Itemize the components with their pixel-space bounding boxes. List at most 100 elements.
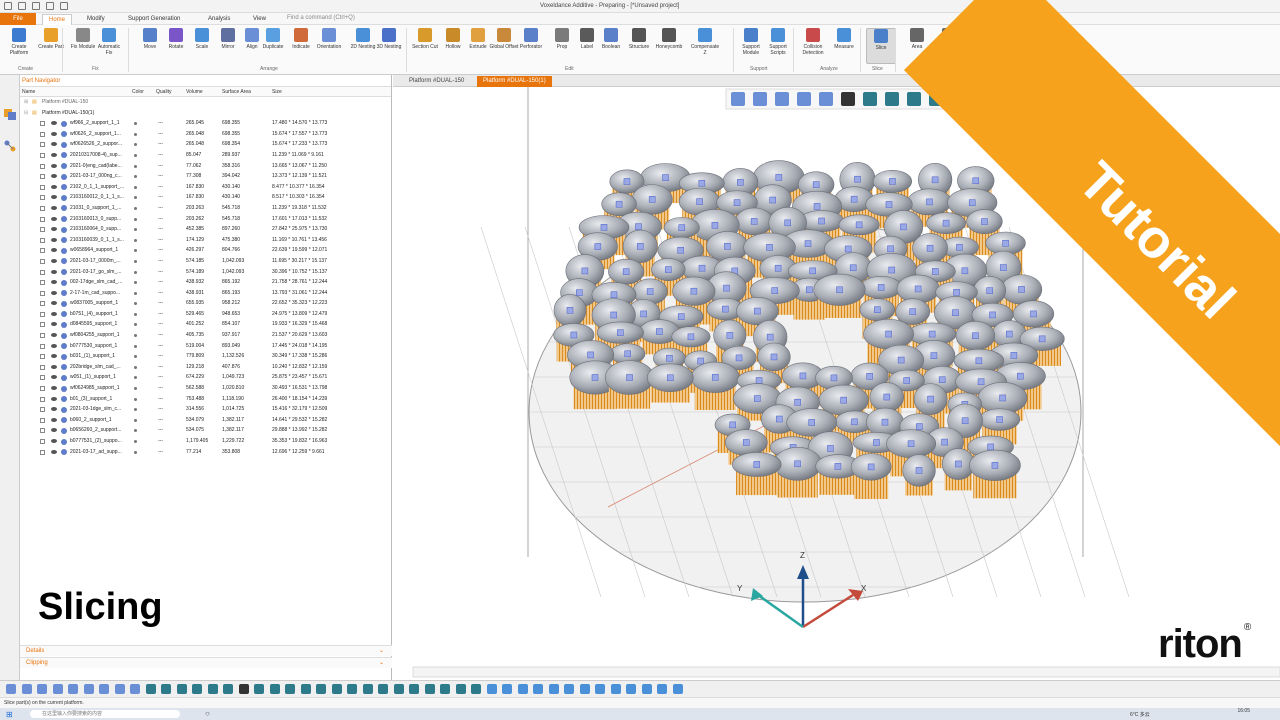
weather-widget[interactable]: 6°C 多云 <box>1130 711 1150 718</box>
table-row[interactable]: b0656260_2_support... --- 534.075 1,382.117… <box>20 425 391 436</box>
visibility-checkbox[interactable] <box>40 386 45 392</box>
new-file-icon[interactable] <box>46 2 54 10</box>
bottom-tool-icon[interactable] <box>502 684 512 694</box>
visibility-checkbox[interactable] <box>40 449 45 455</box>
visibility-checkbox[interactable] <box>40 184 45 190</box>
table-row[interactable]: 002-17dge_slm_cad_... --- 438.932 865.192 21… <box>20 277 391 288</box>
color-swatch[interactable] <box>134 344 137 348</box>
color-swatch[interactable] <box>134 365 137 369</box>
ribbon-slice-button[interactable]: Slice <box>866 28 896 64</box>
eye-icon[interactable] <box>51 269 57 274</box>
table-row[interactable]: 2021-0(eng_cad(labe... --- 77.062 358.316 13… <box>20 161 391 172</box>
color-swatch[interactable] <box>134 228 137 232</box>
bottom-tool-icon[interactable] <box>145 684 156 694</box>
table-row[interactable]: b0751_(4)_support_1 --- 529.465 948.653 24.9… <box>20 309 391 320</box>
eye-icon[interactable] <box>51 375 57 380</box>
color-swatch[interactable] <box>134 408 137 412</box>
eye-icon[interactable] <box>51 152 57 157</box>
visibility-checkbox[interactable] <box>40 417 45 423</box>
eye-icon[interactable] <box>51 449 57 454</box>
eye-icon[interactable] <box>51 311 57 316</box>
eye-icon[interactable] <box>51 237 57 242</box>
part-with-supports[interactable] <box>690 361 740 411</box>
chevron-down-icon[interactable]: ⌄ <box>379 658 384 669</box>
color-swatch[interactable] <box>134 312 137 316</box>
table-row[interactable]: w0837005_support_1 --- 655.935 958.212 22.65… <box>20 298 391 309</box>
bottom-tool-icon[interactable] <box>610 684 621 694</box>
tab-platform-2[interactable]: Platform #DUAL-150(1) <box>477 76 552 87</box>
col-volume[interactable]: Volume <box>186 89 203 95</box>
bottom-tool-icon[interactable] <box>192 684 202 694</box>
visibility-checkbox[interactable] <box>40 258 45 264</box>
col-name[interactable]: Name <box>22 89 35 95</box>
tree-icon[interactable] <box>3 139 17 153</box>
table-row[interactable]: 2103160064_0_supp... --- 452.385 897.260 27.… <box>20 224 391 235</box>
color-swatch[interactable] <box>134 429 137 433</box>
details-section[interactable]: Details ⌄ <box>20 645 392 656</box>
ribbon-3d-nesting-button[interactable]: 3D Nesting <box>374 28 404 64</box>
col-quality[interactable]: Quality <box>156 89 172 95</box>
bottom-tool-icon[interactable] <box>657 684 667 694</box>
visibility-checkbox[interactable] <box>40 343 45 349</box>
redo-icon[interactable] <box>32 2 40 10</box>
platform-row[interactable]: ⊞ ▤ Platform #DUAL-150 <box>20 97 391 108</box>
bottom-tool-icon[interactable] <box>37 684 47 694</box>
table-row[interactable]: 2103160013_0_supp... --- 203.262 545.718 17.… <box>20 214 391 225</box>
bottom-tool-icon[interactable] <box>21 684 32 694</box>
visibility-checkbox[interactable] <box>40 152 45 158</box>
color-swatch[interactable] <box>134 122 137 126</box>
visibility-checkbox[interactable] <box>40 131 45 137</box>
bottom-tool-icon[interactable] <box>114 684 125 694</box>
bottom-tool-icon[interactable] <box>6 684 16 694</box>
bottom-tool-icon[interactable] <box>533 684 543 694</box>
eye-icon[interactable] <box>51 290 57 295</box>
table-row[interactable]: w051_(1)_support_1 --- 674.229 1,049.723 25.… <box>20 372 391 383</box>
ribbon-structure-button[interactable]: Structure <box>624 28 654 64</box>
color-swatch[interactable] <box>134 440 137 443</box>
table-row[interactable]: 2103160039_0_1_1_s... --- 174.129 475.380 11… <box>20 235 391 246</box>
color-swatch[interactable] <box>134 132 137 136</box>
bottom-tool-icon[interactable] <box>300 684 311 694</box>
visibility-checkbox[interactable] <box>40 290 45 296</box>
pointer-icon[interactable] <box>841 92 855 106</box>
visibility-checkbox[interactable] <box>40 407 45 413</box>
table-row[interactable]: wf0624985_support_1 --- 562.588 1,020.810 30… <box>20 383 391 394</box>
eye-icon[interactable] <box>51 195 57 200</box>
bottom-tool-icon[interactable] <box>424 684 435 694</box>
view-cube-icon[interactable] <box>731 92 745 106</box>
bottom-tool-icon[interactable] <box>641 684 652 694</box>
bottom-tool-icon[interactable] <box>626 684 636 694</box>
eye-icon[interactable] <box>51 333 57 338</box>
visibility-checkbox[interactable] <box>40 142 45 148</box>
taskbar-search[interactable]: 在这里输入你要搜索的内容 <box>30 710 180 718</box>
eye-icon[interactable] <box>51 216 57 221</box>
ribbon-duplicate-button[interactable]: Duplicate <box>258 28 288 64</box>
pointer-rotate-icon[interactable] <box>863 92 877 106</box>
bottom-tool-icon[interactable] <box>254 684 264 694</box>
visibility-checkbox[interactable] <box>40 322 45 328</box>
bottom-tool-icon[interactable] <box>486 684 497 694</box>
color-swatch[interactable] <box>134 334 137 338</box>
bottom-tool-icon[interactable] <box>176 684 187 694</box>
bottom-tool-icon[interactable] <box>471 684 481 694</box>
eye-icon[interactable] <box>51 174 57 179</box>
tab-platform-1[interactable]: Platform #DUAL-150 <box>403 76 470 87</box>
visibility-checkbox[interactable] <box>40 195 45 201</box>
bottom-tool-icon[interactable] <box>362 684 373 694</box>
bottom-tool-icon[interactable] <box>83 684 94 694</box>
visibility-checkbox[interactable] <box>40 227 45 233</box>
face-icon[interactable] <box>907 92 921 106</box>
bottom-tool-icon[interactable] <box>99 684 109 694</box>
platform-row-active[interactable]: ⊟ ▤ Platform #DUAL-150(1) <box>20 108 391 119</box>
visibility-checkbox[interactable] <box>40 428 45 434</box>
eye-icon[interactable] <box>51 163 57 168</box>
tab-home[interactable]: Home <box>42 14 73 25</box>
bottom-tool-icon[interactable] <box>316 684 326 694</box>
windows-start-icon[interactable]: ⊞ <box>6 710 13 719</box>
color-swatch[interactable] <box>134 291 137 295</box>
tab-view[interactable]: View <box>253 14 266 25</box>
bottom-tool-icon[interactable] <box>52 684 63 694</box>
view-select-icon[interactable] <box>775 92 789 106</box>
view-iso-icon[interactable] <box>753 92 767 106</box>
part-with-supports[interactable] <box>813 273 866 318</box>
